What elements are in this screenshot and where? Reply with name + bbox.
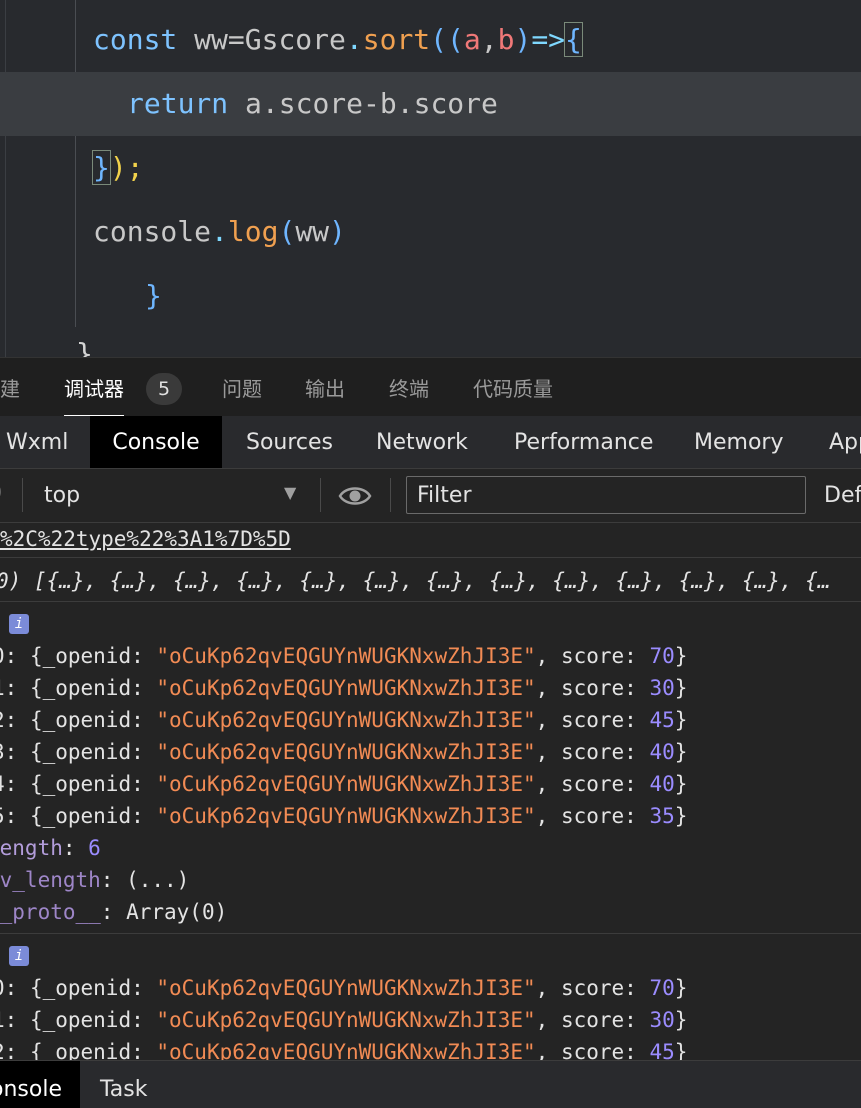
array-entry[interactable]: 2: {_openid: "oCuKp62qvEQGUYnWUGKNxwZhJI…: [0, 704, 853, 736]
panel-tab-output[interactable]: 输出: [305, 358, 345, 417]
code-dot: .: [345, 23, 363, 56]
array-entry[interactable]: 0: {_openid: "oCuKp62qvEQGUYnWUGKNxwZhJI…: [0, 640, 853, 672]
code-identifier: ww: [295, 215, 330, 248]
code-brace-match: }: [92, 150, 111, 185]
code-line-5[interactable]: }: [0, 264, 861, 328]
drawer-tab-console[interactable]: onsole: [0, 1061, 80, 1108]
context-dropdown-icon[interactable]: ▼: [284, 483, 296, 502]
panel-tab-debugger[interactable]: 调试器: [64, 358, 124, 417]
info-icon[interactable]: i: [9, 946, 29, 966]
console-divider: [0, 557, 861, 558]
devtools-tab-wxml[interactable]: Wxml: [6, 416, 68, 468]
devtools-tab-console[interactable]: Console: [90, 416, 222, 468]
console-toolbar: 0 top ▼ Filter Def: [0, 469, 861, 523]
array-entry[interactable]: 3: {_openid: "oCuKp62qvEQGUYnWUGKNxwZhJI…: [0, 736, 853, 768]
code-function: sort: [362, 23, 431, 56]
code-paren: ): [329, 215, 346, 248]
code-editor[interactable]: const ww=Gscore.sort((a,b)=>{ return a.s…: [0, 0, 861, 357]
log-levels-dropdown[interactable]: Def: [824, 483, 861, 508]
panel-tab-code-quality[interactable]: 代码质量: [473, 358, 553, 417]
code-paren: ): [514, 23, 532, 56]
code-brace-match: {: [564, 22, 583, 57]
code-dot: .: [211, 215, 228, 248]
console-divider: [0, 933, 861, 934]
code-paren: (: [278, 215, 296, 248]
console-output[interactable]: %2C%22type%22%3A1%7D%5D 0) [{…}, {…}, {……: [0, 523, 861, 1060]
devtools-tab-network[interactable]: Network: [376, 416, 468, 468]
code-line-2-active[interactable]: return a.score-b.score: [0, 72, 861, 136]
devtools-tab-app[interactable]: App: [829, 416, 861, 468]
nv-length-property[interactable]: nv_length: (...): [0, 864, 848, 896]
toolbar-separator: [390, 478, 391, 512]
devtools-tab-performance[interactable]: Performance: [514, 416, 653, 468]
code-brace: }: [145, 279, 162, 312]
code-function: log: [227, 215, 279, 248]
array-length-property[interactable]: length: 6: [0, 832, 848, 864]
code-line-4[interactable]: console.log(ww): [0, 200, 861, 264]
code-param-b: b: [497, 23, 515, 56]
code-comma: ,: [480, 23, 498, 56]
array-entry[interactable]: 2: {_openid: "oCuKp62qvEQGUYnWUGKNxwZhJI…: [0, 1036, 853, 1060]
array-entry[interactable]: 1: {_openid: "oCuKp62qvEQGUYnWUGKNxwZhJI…: [0, 1004, 853, 1036]
code-line-1[interactable]: const ww=Gscore.sort((a,b)=>{: [0, 8, 861, 72]
code-paren: ((: [430, 23, 464, 56]
panel-tab-terminal[interactable]: 终端: [389, 358, 429, 417]
drawer-tab-bar: onsole Task: [0, 1060, 861, 1108]
array-entry[interactable]: 0: {_openid: "oCuKp62qvEQGUYnWUGKNxwZhJI…: [0, 972, 853, 1004]
console-divider: [0, 601, 861, 602]
proto-property[interactable]: __proto__: Array(0): [0, 896, 848, 928]
code-identifier: console: [93, 215, 212, 248]
toolbar-separator: [22, 478, 23, 512]
info-icon[interactable]: i: [9, 614, 29, 634]
devtools-tab-bar: Wxml Console Sources Network Performance…: [0, 416, 861, 469]
console-source-link[interactable]: %2C%22type%22%3A1%7D%5D: [0, 523, 861, 555]
context-selector[interactable]: top: [44, 483, 80, 508]
panel-tab-bar: 建 调试器 5 问题 输出 终端 代码质量: [0, 357, 861, 417]
code-brace-partial: }: [76, 337, 93, 358]
code-punctuation: );: [109, 151, 144, 184]
live-expression-eye-icon[interactable]: [338, 483, 372, 515]
debugger-count-badge: 5: [146, 373, 182, 405]
code-line-3[interactable]: });: [0, 136, 861, 200]
clear-console-icon[interactable]: 0: [0, 481, 2, 506]
code-expression: a.score-b.score: [245, 87, 498, 120]
code-param-a: a: [463, 23, 481, 56]
array-entry[interactable]: 5: {_openid: "oCuKp62qvEQGUYnWUGKNxwZhJI…: [0, 800, 853, 832]
keyword-const: const: [93, 23, 178, 56]
panel-tab-problems[interactable]: 问题: [222, 358, 262, 417]
array-entry[interactable]: 4: {_openid: "oCuKp62qvEQGUYnWUGKNxwZhJI…: [0, 768, 853, 800]
devtools-tab-sources[interactable]: Sources: [246, 416, 333, 468]
devtools-tab-memory[interactable]: Memory: [694, 416, 783, 468]
code-identifier: ww=Gscore: [194, 23, 346, 56]
array-summary[interactable]: 0) [{…}, {…}, {…}, {…}, {…}, {…}, {…}, {…: [0, 565, 857, 597]
array-entry[interactable]: 1: {_openid: "oCuKp62qvEQGUYnWUGKNxwZhJI…: [0, 672, 853, 704]
filter-input[interactable]: Filter: [406, 476, 806, 514]
code-arrow: =>: [531, 23, 566, 56]
toolbar-separator: [320, 478, 321, 512]
keyword-return: return: [127, 87, 229, 120]
panel-tab-build[interactable]: 建: [0, 358, 20, 417]
drawer-tab-task[interactable]: Task: [100, 1061, 147, 1108]
